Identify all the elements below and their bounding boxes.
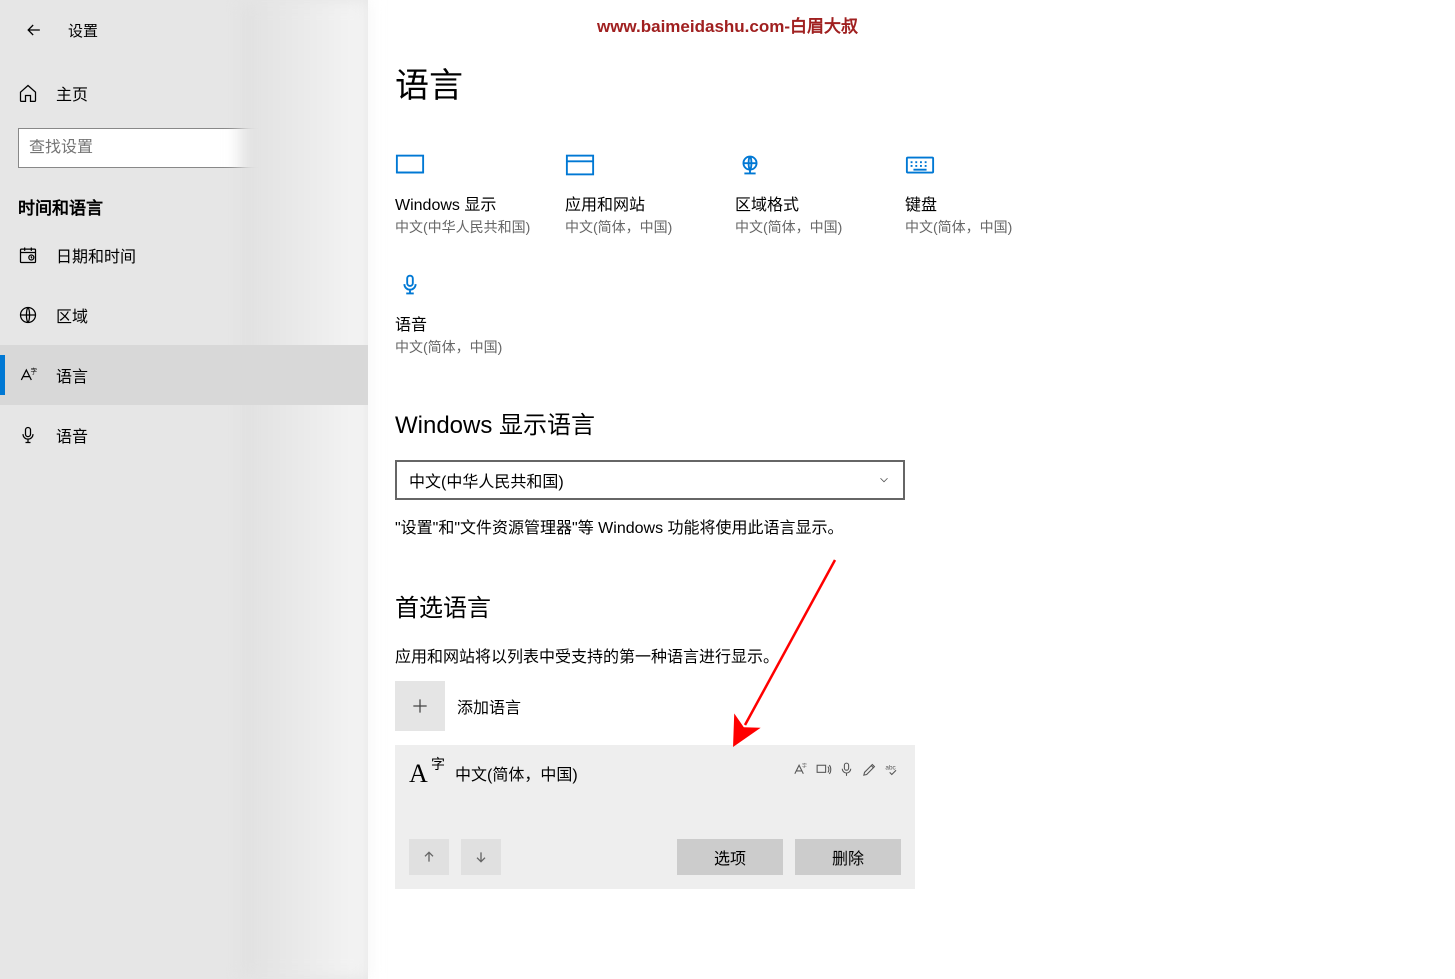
remove-button[interactable]: 删除 — [795, 839, 901, 875]
display-language-dropdown[interactable]: 中文(中华人民共和国) — [395, 460, 905, 500]
tile-subtitle: 中文(简体，中国) — [735, 217, 905, 237]
move-up-button[interactable] — [409, 839, 449, 875]
preferred-language-help: 应用和网站将以列表中受支持的第一种语言进行显示。 — [395, 643, 1455, 667]
tile-subtitle: 中文(简体，中国) — [395, 337, 565, 357]
chevron-down-icon — [877, 473, 891, 487]
sidebar-item-speech[interactable]: 语音 — [0, 405, 368, 465]
move-down-button[interactable] — [461, 839, 501, 875]
keyboard-icon — [905, 153, 935, 177]
arrow-down-icon — [473, 849, 489, 865]
tile-subtitle: 中文(简体，中国) — [905, 217, 1075, 237]
add-language-button[interactable]: 添加语言 — [395, 681, 1455, 731]
handwriting-icon — [861, 761, 878, 778]
watermark-text: www.baimeidashu.com-白眉大叔 — [597, 12, 858, 37]
tile-windows-display[interactable]: Windows 显示 中文(中华人民共和国) — [395, 147, 565, 237]
tile-apps-websites[interactable]: 应用和网站 中文(简体，中国) — [565, 147, 735, 237]
spellcheck-icon: abc — [884, 761, 901, 778]
sidebar-home-label: 主页 — [56, 81, 88, 105]
arrow-left-icon — [24, 20, 44, 40]
language-icon: 字 — [18, 365, 38, 385]
monitor-icon — [395, 153, 425, 177]
svg-text:abc: abc — [885, 765, 896, 772]
tile-speech[interactable]: 语音 中文(简体，中国) — [395, 267, 565, 357]
home-icon — [18, 83, 38, 103]
calendar-clock-icon — [18, 245, 38, 265]
globe-icon — [18, 305, 38, 325]
sidebar-item-label: 日期和时间 — [56, 243, 136, 267]
sidebar-blur-decoration — [240, 0, 368, 979]
language-tiles: Windows 显示 中文(中华人民共和国) 应用和网站 中文(简体，中国) 区… — [395, 147, 1095, 387]
section-display-language: Windows 显示语言 — [395, 405, 1455, 440]
window-title: 设置 — [68, 20, 98, 41]
speech-recognition-icon — [838, 761, 855, 778]
settings-sidebar: 设置 主页 时间和语言 日期和时间 区域 字 语言 语音 — [0, 0, 368, 979]
svg-text:字: 字 — [31, 366, 38, 375]
sidebar-item-language[interactable]: 字 语言 — [0, 345, 368, 405]
sidebar-item-region[interactable]: 区域 — [0, 285, 368, 345]
tile-title: 语音 — [395, 311, 565, 335]
svg-text:字: 字 — [802, 762, 807, 769]
options-button[interactable]: 选项 — [677, 839, 783, 875]
tile-title: 应用和网站 — [565, 191, 735, 215]
main-content: 语言 Windows 显示 中文(中华人民共和国) 应用和网站 中文(简体，中国… — [395, 0, 1455, 979]
tile-title: 键盘 — [905, 191, 1075, 215]
plus-icon — [410, 696, 430, 716]
sidebar-item-label: 区域 — [56, 303, 88, 327]
section-preferred-language: 首选语言 — [395, 588, 1455, 623]
tile-title: Windows 显示 — [395, 191, 565, 215]
tile-subtitle: 中文(中华人民共和国) — [395, 217, 565, 237]
sidebar-item-label: 语音 — [56, 423, 88, 447]
language-feature-icons: 字 abc — [792, 761, 901, 778]
display-language-help: "设置"和"文件资源管理器"等 Windows 功能将使用此语言显示。 — [395, 514, 1455, 538]
sidebar-item-datetime[interactable]: 日期和时间 — [0, 225, 368, 285]
language-pack-icon: 字 — [792, 761, 809, 778]
language-card-selected[interactable]: A字 中文(简体，中国) 字 abc 选项 删除 — [395, 745, 915, 889]
dropdown-value: 中文(中华人民共和国) — [409, 468, 564, 492]
sidebar-item-label: 语言 — [56, 363, 88, 387]
tile-subtitle: 中文(简体，中国) — [565, 217, 735, 237]
microphone-icon — [18, 425, 38, 445]
microphone-icon — [395, 273, 425, 297]
language-glyph-icon: A字 — [409, 761, 441, 787]
page-title: 语言 — [395, 58, 1455, 107]
language-name: 中文(简体，中国) — [455, 761, 578, 785]
window-icon — [565, 153, 595, 177]
tile-region-format[interactable]: 区域格式 中文(简体，中国) — [735, 147, 905, 237]
plus-button — [395, 681, 445, 731]
arrow-up-icon — [421, 849, 437, 865]
globe-stand-icon — [735, 153, 765, 177]
tile-title: 区域格式 — [735, 191, 905, 215]
add-language-label: 添加语言 — [457, 694, 521, 718]
tile-keyboard[interactable]: 键盘 中文(简体，中国) — [905, 147, 1075, 237]
text-to-speech-icon — [815, 761, 832, 778]
back-button[interactable] — [18, 14, 50, 46]
